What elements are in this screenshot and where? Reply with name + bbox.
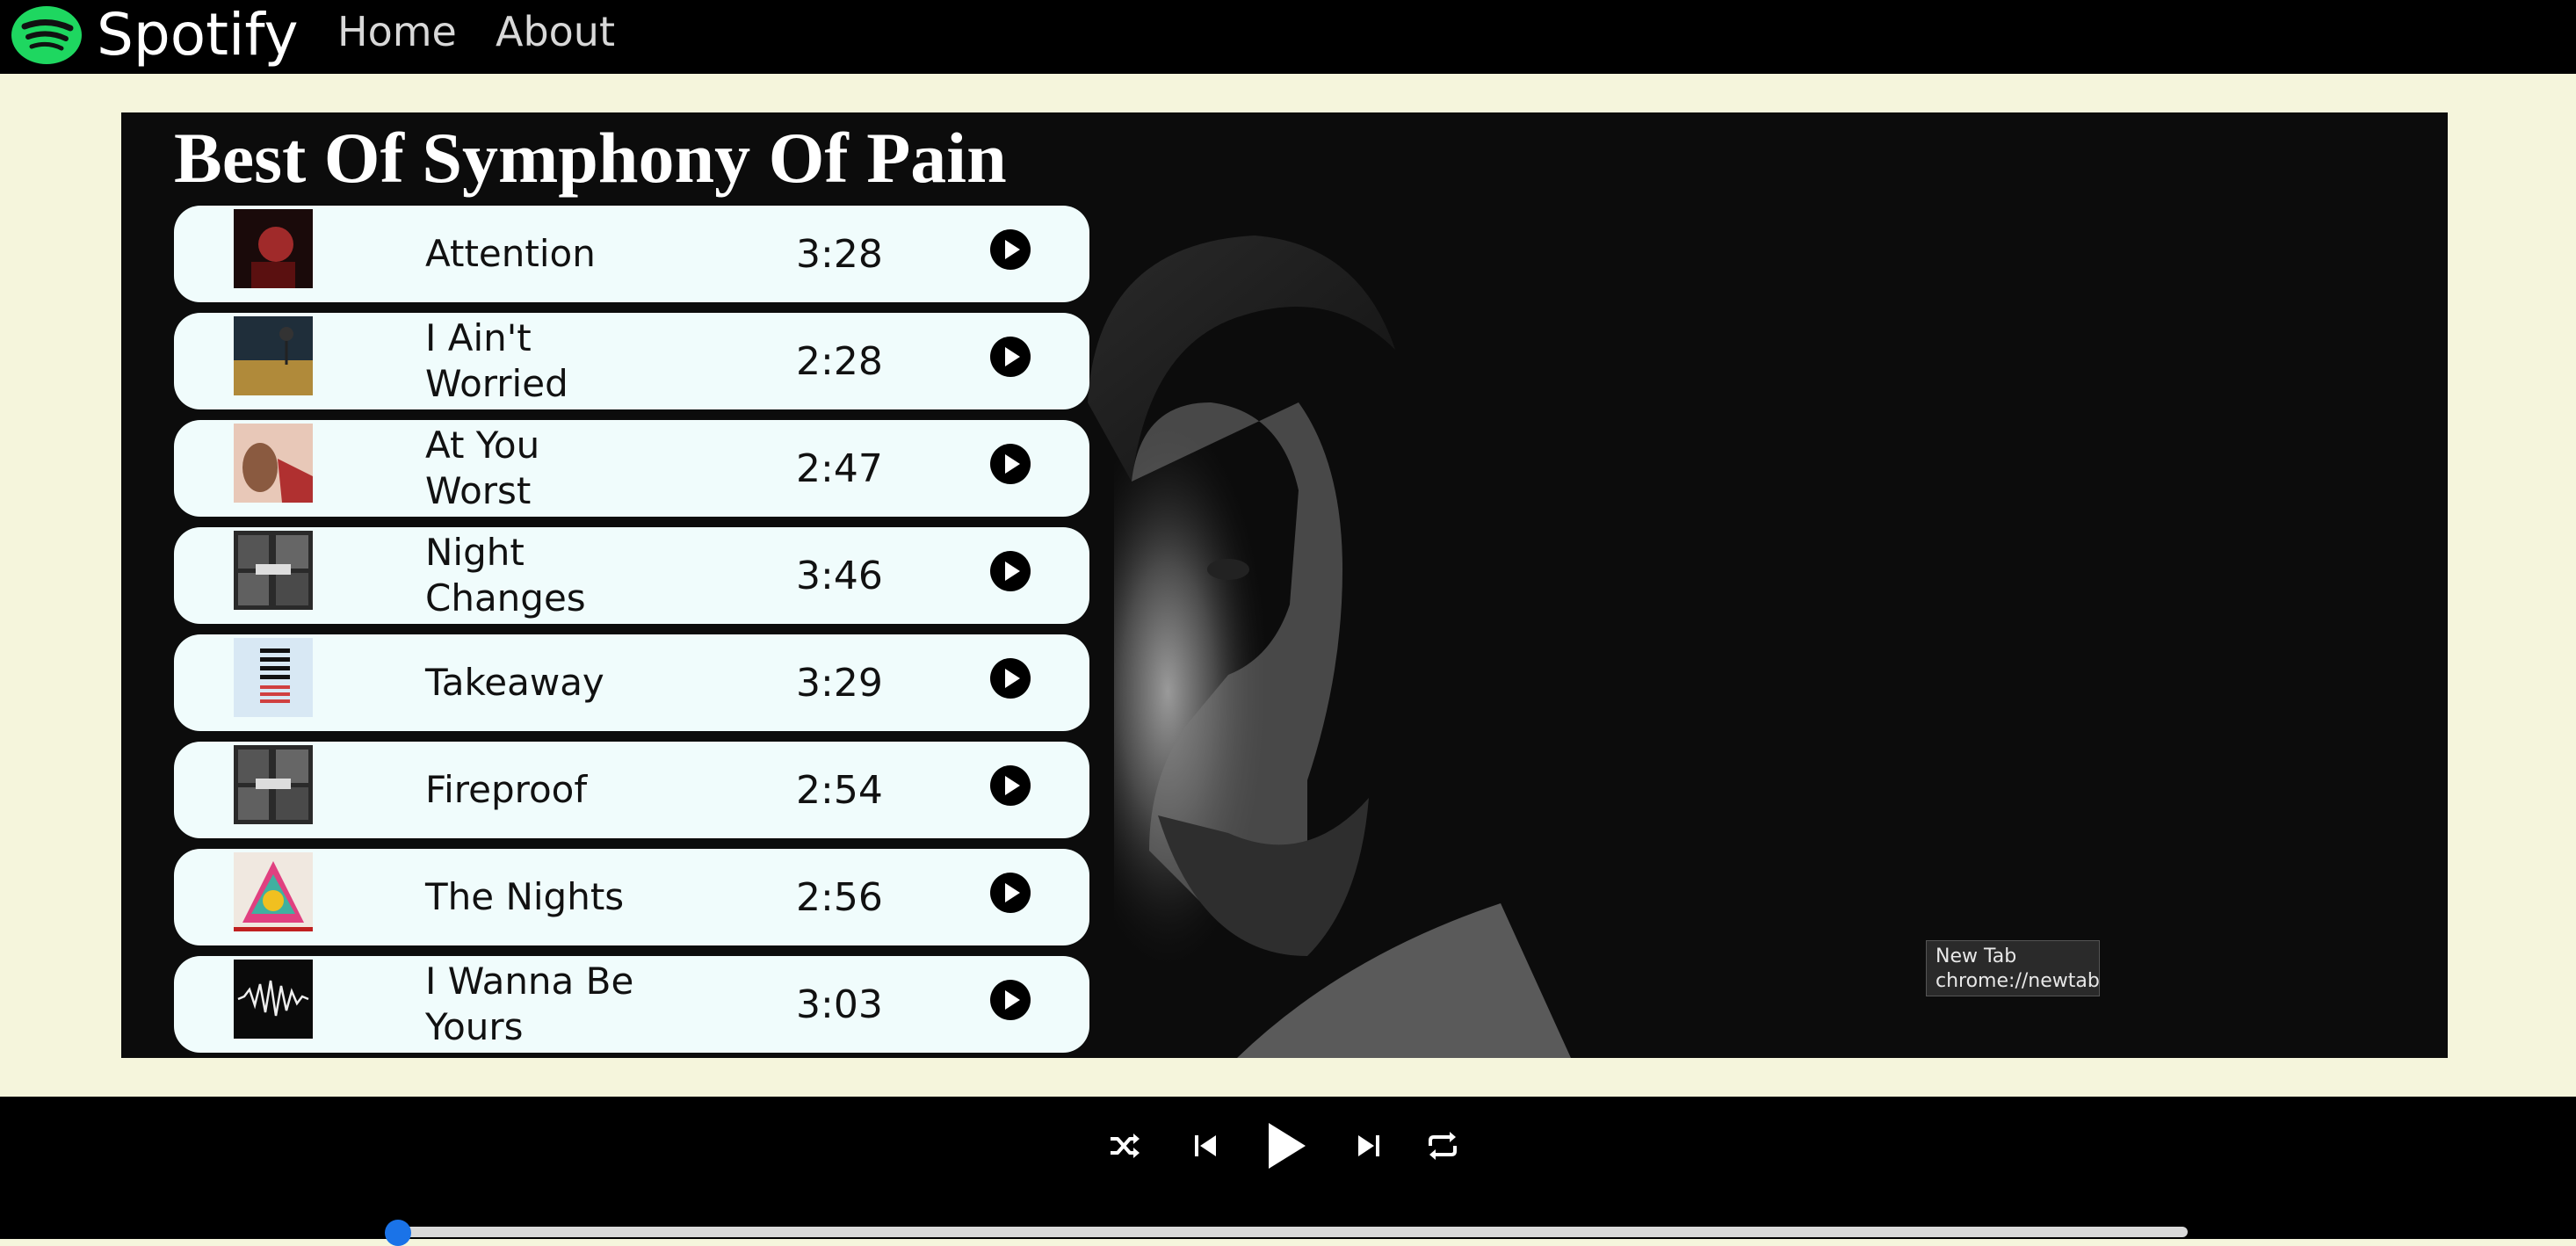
- song-title: Night Changes: [425, 531, 586, 619]
- album-cover-image: [234, 852, 313, 931]
- repeat-icon[interactable]: [1425, 1128, 1460, 1163]
- album-cover-image: [234, 316, 313, 395]
- album-cover-image: [234, 745, 313, 824]
- song-duration: 2:54: [796, 767, 883, 813]
- brand[interactable]: Spotify: [11, 0, 299, 70]
- link-tooltip: New Tab chrome://newtab: [1926, 940, 2100, 996]
- spotify-logo-icon: [11, 6, 82, 64]
- song-title: Attention: [425, 232, 596, 275]
- song-duration: 3:46: [796, 553, 883, 598]
- play-circle-icon[interactable]: [989, 443, 1031, 485]
- album-cover-image: [234, 638, 313, 717]
- tooltip-url: chrome://newtab: [1936, 970, 2100, 992]
- hero-portrait-image: [1079, 112, 2448, 1058]
- song-title: Fireproof: [425, 768, 588, 811]
- brand-name: Spotify: [97, 1, 299, 69]
- playlist-title: Best Of Symphony Of Pain: [174, 118, 1007, 198]
- nav-link-about[interactable]: About: [496, 7, 615, 56]
- song-title: Takeaway: [425, 661, 604, 704]
- album-cover-image: [234, 960, 313, 1039]
- song-title: I Wanna Be Yours: [425, 960, 634, 1048]
- next-icon[interactable]: [1351, 1128, 1386, 1163]
- song-row[interactable]: Attention 3:28: [174, 206, 1089, 302]
- song-duration: 2:56: [796, 874, 883, 920]
- song-row[interactable]: I Wanna Be Yours 3:03: [174, 956, 1089, 1053]
- shuffle-icon[interactable]: [1107, 1128, 1142, 1163]
- play-circle-icon[interactable]: [989, 764, 1031, 807]
- song-row[interactable]: The Nights 2:56: [174, 849, 1089, 945]
- album-cover-image: [234, 531, 313, 610]
- song-row[interactable]: I Ain't Worried 2:28: [174, 313, 1089, 409]
- play-circle-icon[interactable]: [989, 979, 1031, 1021]
- song-row[interactable]: Takeaway 3:29: [174, 634, 1089, 731]
- play-circle-icon[interactable]: [989, 872, 1031, 914]
- previous-icon[interactable]: [1188, 1128, 1223, 1163]
- tooltip-title: New Tab: [1936, 945, 2017, 967]
- song-row[interactable]: At You Worst 2:47: [174, 420, 1089, 517]
- album-cover-image: [234, 209, 313, 288]
- progress-slider[interactable]: [385, 1220, 2188, 1246]
- song-duration: 2:28: [796, 338, 883, 384]
- nav-link-home[interactable]: Home: [337, 7, 457, 56]
- song-title: At You Worst: [425, 424, 540, 512]
- song-duration: 2:47: [796, 446, 883, 491]
- song-row[interactable]: Fireproof 2:54: [174, 742, 1089, 838]
- song-duration: 3:29: [796, 660, 883, 706]
- play-circle-icon[interactable]: [989, 550, 1031, 592]
- play-circle-icon[interactable]: [989, 228, 1031, 271]
- play-circle-icon[interactable]: [989, 657, 1031, 699]
- song-row[interactable]: Night Changes 3:46: [174, 527, 1089, 624]
- song-title: The Nights: [425, 875, 625, 918]
- progress-thumb[interactable]: [385, 1220, 411, 1246]
- play-circle-icon[interactable]: [989, 336, 1031, 378]
- song-duration: 3:28: [796, 231, 883, 277]
- song-title: I Ain't Worried: [425, 316, 568, 405]
- player-bar: [0, 1097, 2576, 1246]
- top-navbar: Spotify Home About: [0, 0, 2576, 74]
- playlist-panel: Best Of Symphony Of Pain Attention 3:28 …: [121, 112, 2448, 1058]
- song-duration: 3:03: [796, 982, 883, 1027]
- play-icon[interactable]: [1258, 1119, 1311, 1172]
- album-cover-image: [234, 424, 313, 503]
